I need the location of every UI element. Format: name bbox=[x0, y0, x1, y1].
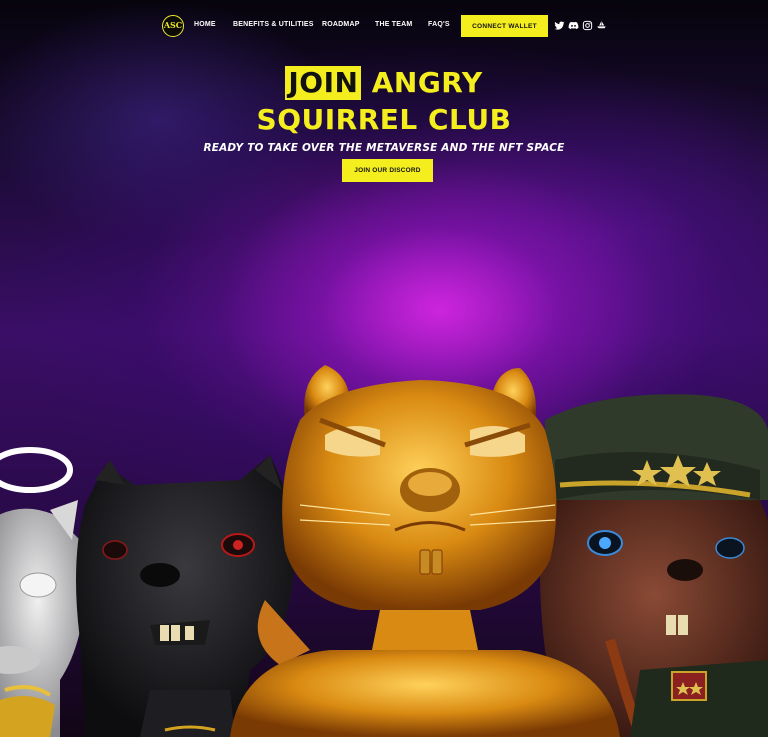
nav-link-roadmap[interactable]: ROADMAP bbox=[322, 21, 360, 28]
nav-link-benefits-utilities[interactable]: BENEFITS & UTILITIES bbox=[233, 21, 314, 28]
title-line2: SQUIRREL CLUB bbox=[256, 103, 512, 136]
nav-link-faqs[interactable]: FAQ'S bbox=[428, 21, 450, 28]
hero-title: JOIN ANGRY SQUIRREL CLUB bbox=[0, 66, 768, 137]
opensea-icon[interactable] bbox=[596, 20, 607, 31]
top-navigation: ASC HOME BENEFITS & UTILITIES ROADMAP TH… bbox=[0, 14, 768, 40]
instagram-icon[interactable] bbox=[582, 20, 593, 31]
discord-icon[interactable] bbox=[568, 20, 579, 31]
hero-subtitle: READY TO TAKE OVER THE METAVERSE AND THE… bbox=[203, 142, 565, 154]
twitter-icon[interactable] bbox=[554, 20, 565, 31]
hero-section: ASC HOME BENEFITS & UTILITIES ROADMAP TH… bbox=[0, 0, 768, 737]
join-discord-button[interactable]: JOIN OUR DISCORD bbox=[342, 159, 433, 182]
nav-link-the-team[interactable]: THE TEAM bbox=[375, 21, 412, 28]
logo[interactable]: ASC bbox=[162, 15, 184, 37]
connect-wallet-button[interactable]: CONNECT WALLET bbox=[461, 15, 548, 37]
title-highlight: JOIN bbox=[285, 66, 362, 100]
nav-link-home[interactable]: HOME bbox=[194, 21, 216, 28]
white-angel-squirrel bbox=[0, 447, 85, 737]
title-line1-rest: ANGRY bbox=[371, 66, 483, 99]
